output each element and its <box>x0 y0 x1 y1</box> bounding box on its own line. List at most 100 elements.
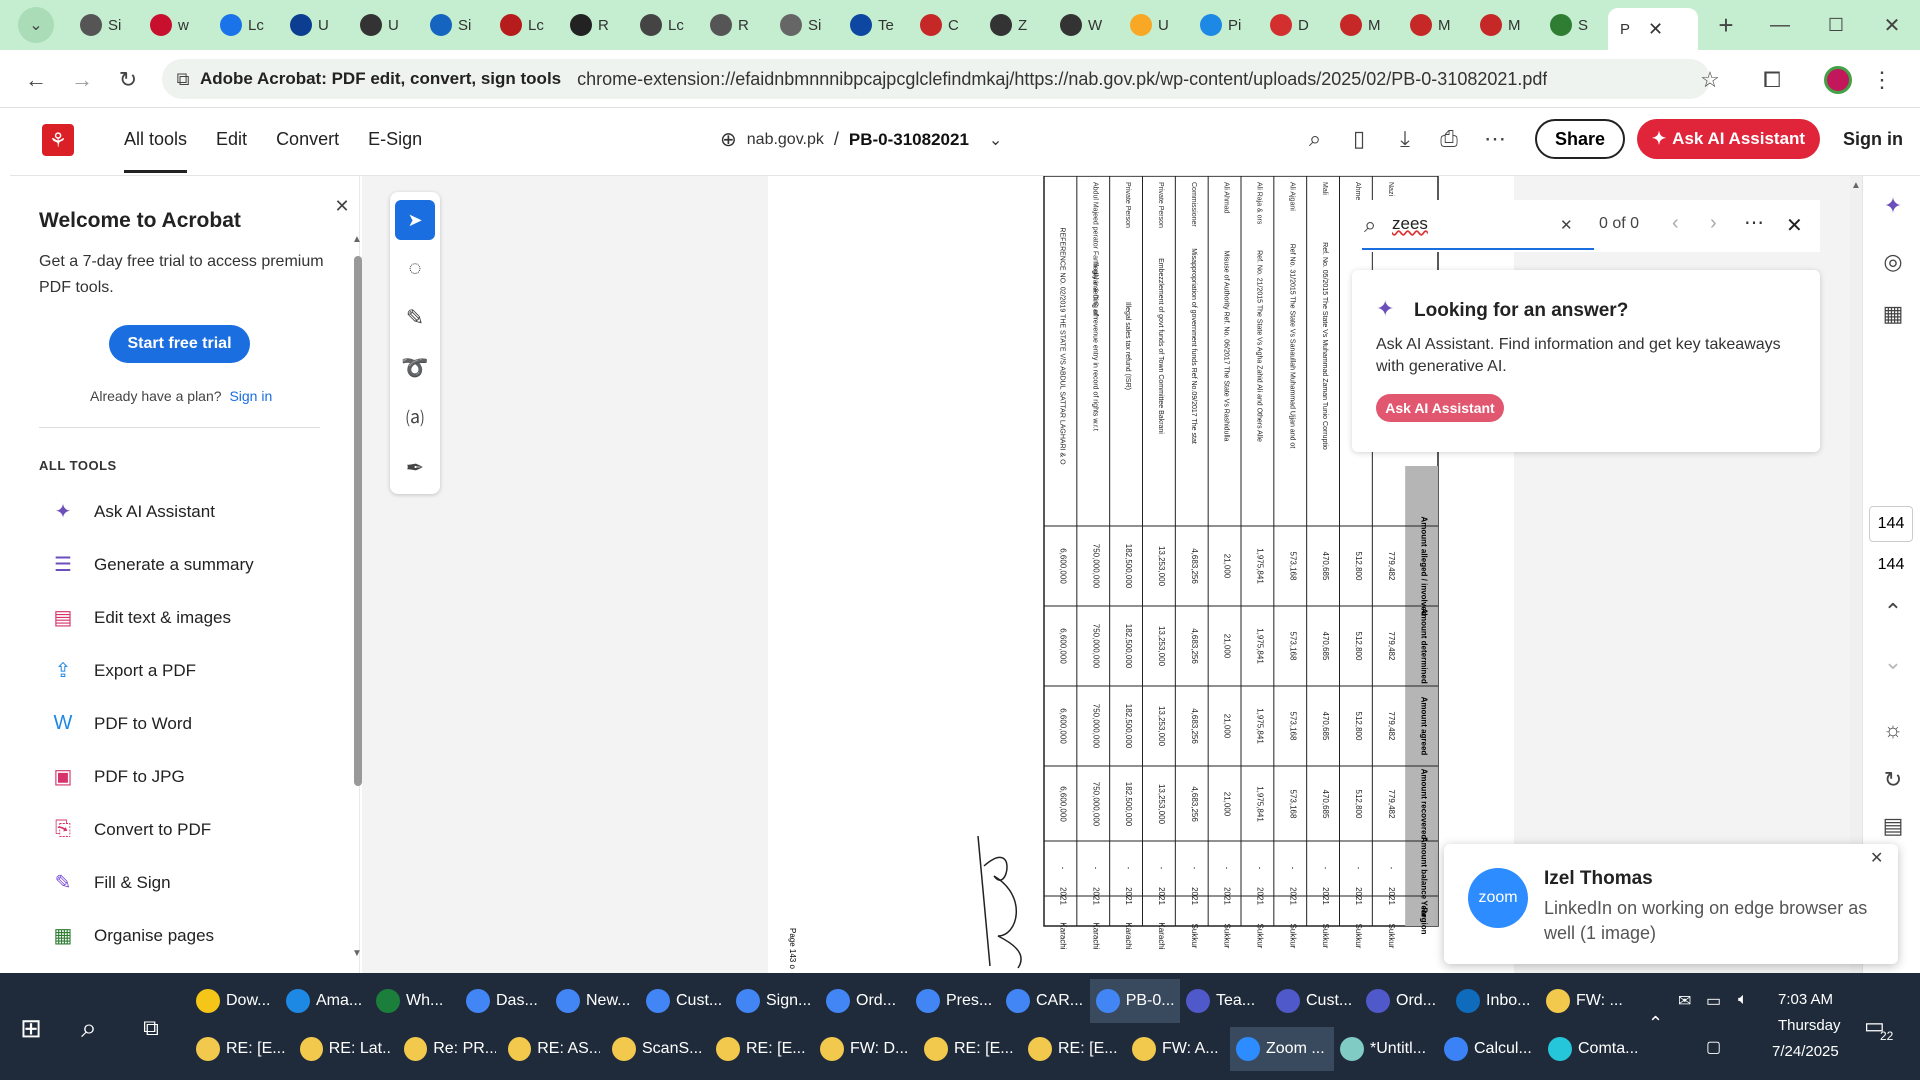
browser-tab[interactable]: M <box>1468 8 1538 42</box>
file-menu-chevron-icon[interactable]: ⌄ <box>989 130 1002 150</box>
taskbar-app[interactable]: Das... <box>460 979 550 1023</box>
page-current-input[interactable]: 144 <box>1869 506 1913 542</box>
taskbar-app[interactable]: RE: AS... <box>502 1027 606 1071</box>
close-panel-icon[interactable]: ✕ <box>330 194 354 218</box>
panel-scrollbar[interactable] <box>354 256 362 786</box>
browser-tab[interactable]: Si <box>768 8 838 42</box>
notification-close-icon[interactable]: ✕ <box>1870 848 1883 868</box>
tab-search-chevron-icon[interactable]: ⌄ <box>18 7 54 43</box>
taskbar-app[interactable]: RE: [E... <box>1022 1027 1126 1071</box>
browser-tab[interactable]: Lc <box>628 8 698 42</box>
clock-time[interactable]: 7:03 AM <box>1778 991 1833 1008</box>
tray-mail-icon[interactable]: ✉ <box>1678 991 1691 1011</box>
tray-battery-icon[interactable]: ▭ <box>1706 991 1721 1011</box>
nav-edit[interactable]: Edit <box>216 129 247 173</box>
tray-network-icon[interactable]: ▢ <box>1706 1037 1721 1057</box>
nav-convert[interactable]: Convert <box>276 129 339 173</box>
taskbar-app[interactable]: Ama... <box>280 979 370 1023</box>
taskbar-app[interactable]: New... <box>550 979 640 1023</box>
taskbar-app[interactable]: Ord... <box>1360 979 1450 1023</box>
taskbar-app[interactable]: Re: PR... <box>398 1027 502 1071</box>
tool-item[interactable]: W PDF to Word <box>10 697 350 750</box>
browser-tab[interactable]: Lc <box>488 8 558 42</box>
taskbar-app[interactable]: Cust... <box>640 979 730 1023</box>
taskbar-app[interactable]: Inbo... <box>1450 979 1540 1023</box>
taskbar-app[interactable]: Ord... <box>820 979 910 1023</box>
taskbar-app[interactable]: ScanS... <box>606 1027 710 1071</box>
taskbar-app[interactable]: Calcul... <box>1438 1027 1542 1071</box>
browser-tab[interactable]: C <box>908 8 978 42</box>
browser-tab[interactable]: U <box>348 8 418 42</box>
taskbar-app[interactable]: PB-0... <box>1090 979 1180 1023</box>
find-close-icon[interactable]: ✕ <box>1786 213 1803 238</box>
taskbar-app[interactable]: Comta... <box>1542 1027 1646 1071</box>
page-up-icon[interactable]: ⌃ <box>1877 596 1909 628</box>
more-options-icon[interactable]: ⋯ <box>1480 124 1510 154</box>
forward-icon[interactable]: → <box>66 64 98 96</box>
tool-item[interactable]: ▤ Edit text & images <box>10 591 350 644</box>
browser-tab[interactable]: Si <box>418 8 488 42</box>
taskbar-app[interactable]: FW: ... <box>1540 979 1630 1023</box>
browser-tab[interactable]: R <box>698 8 768 42</box>
panel-sign-in-link[interactable]: Sign in <box>229 388 272 404</box>
taskbar-app[interactable]: RE: [E... <box>190 1027 294 1071</box>
task-view-icon[interactable]: ⧉ <box>134 1011 168 1045</box>
viewer-scroll-up-icon[interactable]: ▲ <box>1851 180 1861 191</box>
browser-tab[interactable]: U <box>278 8 348 42</box>
find-more-icon[interactable]: ⋯ <box>1744 210 1764 235</box>
taskbar-app[interactable]: Zoom ... <box>1230 1027 1334 1071</box>
search-icon[interactable]: ⌕ <box>1300 124 1330 154</box>
browser-tab[interactable]: Pi <box>1188 8 1258 42</box>
tool-item[interactable]: ▦ Organise pages <box>10 909 350 962</box>
tool-item[interactable]: ✎ Fill & Sign <box>10 856 350 909</box>
browser-tab[interactable]: w <box>138 8 208 42</box>
taskbar-app[interactable]: Sign... <box>730 979 820 1023</box>
browser-tab[interactable]: Si <box>68 8 138 42</box>
browser-tab[interactable]: R <box>558 8 628 42</box>
share-button[interactable]: Share <box>1535 119 1625 159</box>
ask-ai-header-button[interactable]: ✦ Ask AI Assistant <box>1637 119 1820 159</box>
browser-tab[interactable]: M <box>1398 8 1468 42</box>
nav-all-tools[interactable]: All tools <box>124 129 188 173</box>
taskbar-app[interactable]: FW: A... <box>1126 1027 1230 1071</box>
close-window-icon[interactable]: ✕ <box>1864 13 1920 38</box>
taskbar-search-icon[interactable]: ⌕ <box>72 1011 106 1045</box>
reload-icon[interactable]: ↻ <box>112 64 144 96</box>
draw-tool-icon[interactable]: ➰ <box>395 348 435 388</box>
windows-start-icon[interactable]: ⊞ <box>14 1011 48 1045</box>
taskbar-app[interactable]: CAR... <box>1000 979 1090 1023</box>
print-icon[interactable]: ⎙ <box>1434 124 1464 154</box>
page-view-icon[interactable]: ▯ <box>1344 124 1374 154</box>
find-input[interactable]: zees <box>1392 214 1428 234</box>
document-properties-icon[interactable]: ▤ <box>1877 810 1909 842</box>
browser-tab[interactable]: Z <box>978 8 1048 42</box>
maximize-icon[interactable]: ☐ <box>1808 15 1864 36</box>
find-prev-icon[interactable]: ‹ <box>1672 212 1679 235</box>
back-icon[interactable]: ← <box>20 64 52 96</box>
find-clear-icon[interactable]: ✕ <box>1560 216 1573 234</box>
select-tool-icon[interactable]: ➤ <box>395 200 435 240</box>
thumbnails-icon[interactable]: ▦ <box>1877 298 1909 330</box>
tab-active[interactable]: P ✕ <box>1608 8 1698 50</box>
browser-tab[interactable]: W <box>1048 8 1118 42</box>
tool-item[interactable]: ▣ PDF to JPG <box>10 750 350 803</box>
extensions-icon[interactable]: ⧠ <box>1756 64 1788 96</box>
browser-tab[interactable]: Te <box>838 8 908 42</box>
tool-item[interactable]: ☰ Generate a summary <box>10 538 350 591</box>
file-name[interactable]: PB-0-31082021 <box>849 130 969 150</box>
url-text[interactable]: chrome-extension://efaidnbmnnnibpcajpcgl… <box>577 69 1547 90</box>
browser-tab[interactable]: D <box>1258 8 1328 42</box>
sign-tool-icon[interactable]: ✒ <box>395 448 435 488</box>
scroll-down-icon[interactable]: ▼ <box>352 948 362 959</box>
sign-in-link[interactable]: Sign in <box>1843 129 1903 150</box>
nav-esign[interactable]: E-Sign <box>368 129 422 173</box>
taskbar-app[interactable]: Cust... <box>1270 979 1360 1023</box>
profile-avatar[interactable] <box>1824 66 1852 94</box>
comment-tool-icon[interactable]: ◌ <box>395 248 435 288</box>
theme-icon[interactable]: ☼ <box>1877 714 1909 746</box>
taskbar-app[interactable]: RE: [E... <box>710 1027 814 1071</box>
browser-tab[interactable]: M <box>1328 8 1398 42</box>
minimize-icon[interactable]: — <box>1752 14 1808 37</box>
rotate-icon[interactable]: ↻ <box>1877 764 1909 796</box>
taskbar-app[interactable]: Tea... <box>1180 979 1270 1023</box>
